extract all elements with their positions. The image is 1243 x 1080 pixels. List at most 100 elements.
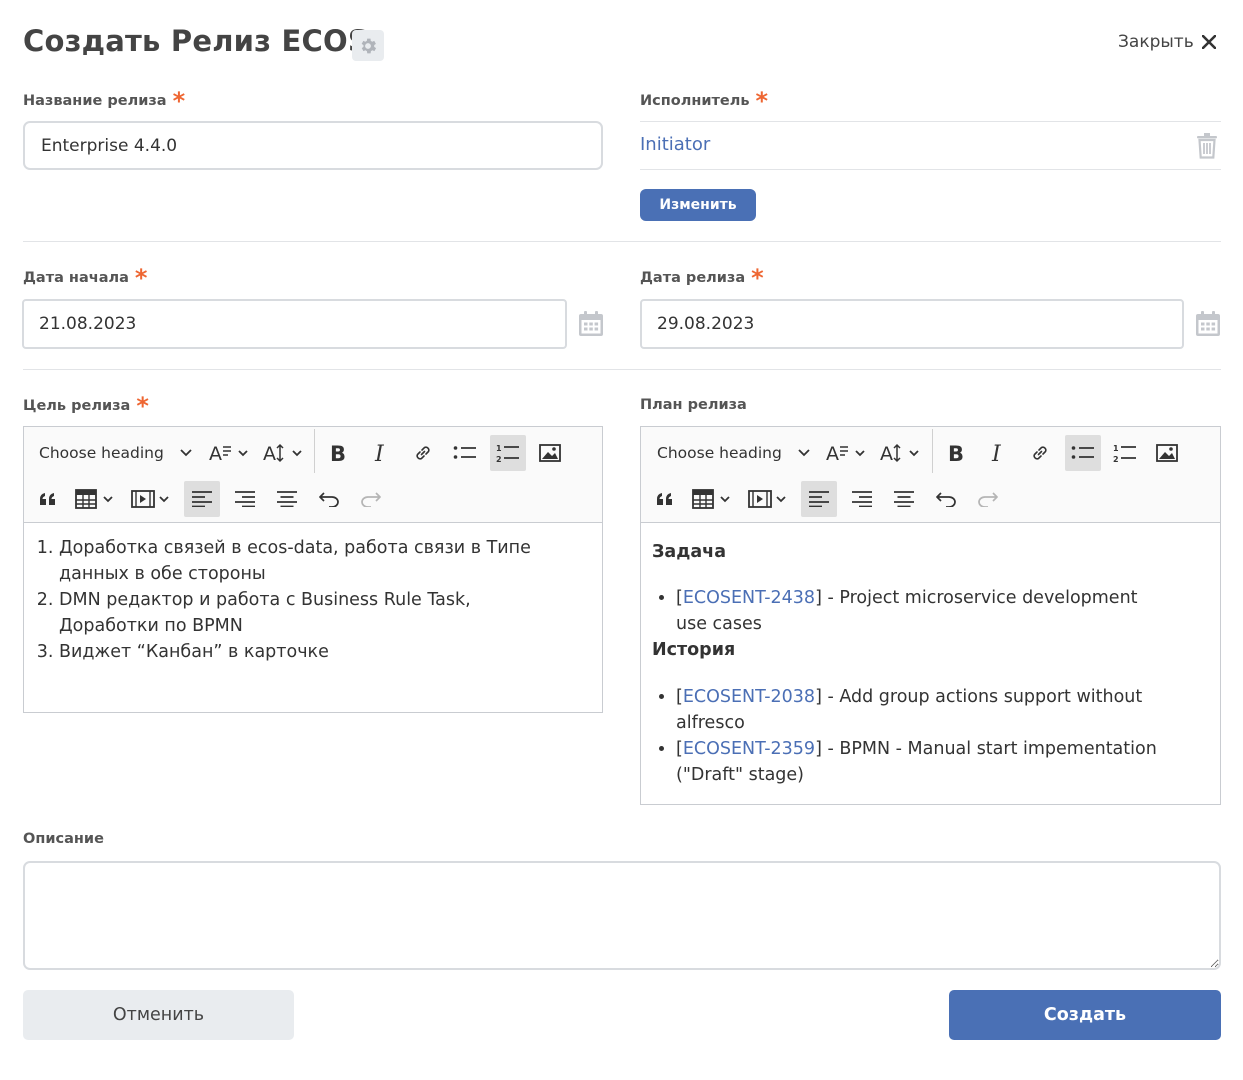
numbered-list-button[interactable]: 12: [490, 435, 526, 471]
align-right-icon: [235, 491, 255, 507]
goal-content[interactable]: Доработка связей в ecos-data, работа свя…: [24, 523, 602, 665]
svg-text:B: B: [948, 442, 964, 464]
svg-text:1: 1: [496, 444, 502, 453]
bulleted-list-button[interactable]: [448, 435, 482, 471]
bulleted-list-button[interactable]: [1065, 435, 1101, 471]
calendar-icon[interactable]: [578, 311, 604, 337]
calendar-icon[interactable]: [1195, 311, 1221, 337]
list-item: [ECOSENT-2038] - Add group actions suppo…: [676, 684, 1160, 736]
insert-image-button[interactable]: [1149, 435, 1185, 471]
undo-button[interactable]: [928, 481, 964, 517]
redo-button[interactable]: [353, 481, 389, 517]
settings-button[interactable]: [352, 30, 384, 61]
release-name-input[interactable]: Enterprise 4.4.0: [23, 121, 603, 170]
numbered-list-button[interactable]: 12: [1107, 435, 1143, 471]
svg-text:2: 2: [496, 455, 502, 464]
start-date-input[interactable]: 21.08.2023: [22, 299, 567, 349]
line-height-dropdown[interactable]: A: [262, 435, 308, 471]
insert-image-button[interactable]: [532, 435, 568, 471]
align-center-button[interactable]: [886, 481, 922, 517]
align-center-button[interactable]: [269, 481, 305, 517]
list-item: Виджет “Канбан” в карточке: [59, 639, 572, 665]
heading-dropdown[interactable]: Choose heading: [39, 435, 199, 471]
cancel-button[interactable]: Отменить: [23, 990, 294, 1040]
bold-icon: B: [948, 442, 964, 464]
svg-text:2: 2: [1113, 455, 1119, 464]
link-button[interactable]: [1023, 435, 1057, 471]
align-right-button[interactable]: [227, 481, 263, 517]
link-button[interactable]: [406, 435, 440, 471]
image-icon: [1156, 444, 1178, 462]
release-date-input[interactable]: 29.08.2023: [640, 299, 1184, 349]
chevron-down-icon: [798, 449, 810, 457]
executor-label: Исполнитель *: [640, 87, 769, 115]
font-size-icon: A: [826, 443, 865, 465]
plan-heading-task: Задача: [652, 542, 727, 562]
table-icon: [75, 489, 113, 509]
line-height-dropdown[interactable]: A: [879, 435, 925, 471]
font-size-dropdown[interactable]: A: [825, 435, 871, 471]
create-button[interactable]: Создать: [949, 990, 1221, 1040]
italic-button[interactable]: I: [981, 435, 1015, 471]
description-textarea[interactable]: [23, 861, 1221, 970]
gear-icon: [361, 38, 377, 53]
image-icon: [539, 444, 561, 462]
plan-heading-story: История: [652, 640, 736, 660]
required-mark: *: [134, 264, 148, 292]
undo-icon: [936, 492, 956, 507]
svg-text:A: A: [880, 443, 893, 465]
italic-button[interactable]: I: [364, 435, 398, 471]
align-right-icon: [852, 491, 872, 507]
align-left-button[interactable]: [184, 481, 220, 517]
heading-dropdown-label: Choose heading: [657, 444, 782, 462]
bold-button[interactable]: B: [939, 435, 973, 471]
plan-editor[interactable]: Choose heading A A B I 1 2 Задача • [ECO…: [640, 426, 1221, 805]
goal-editor[interactable]: Choose heading A A B I 1 2 1. Доработка …: [23, 426, 603, 713]
align-center-icon: [277, 491, 297, 507]
bold-button[interactable]: B: [321, 435, 355, 471]
svg-text:I: I: [991, 442, 1002, 464]
change-executor-button[interactable]: Изменить: [640, 189, 756, 221]
insert-table-dropdown[interactable]: [691, 481, 737, 517]
plan-content[interactable]: Задача [ECOSENT-2438] - Project microser…: [641, 523, 1220, 788]
bulleted-list-icon: [1071, 446, 1094, 459]
line-height-icon: A: [880, 443, 919, 465]
italic-icon: I: [374, 442, 385, 464]
heading-dropdown-label: Choose heading: [39, 444, 164, 462]
insert-media-dropdown[interactable]: [130, 481, 176, 517]
executor-link[interactable]: Initiator: [640, 134, 710, 155]
close-icon: [1201, 35, 1216, 49]
issue-link[interactable]: ECOSENT-2359: [683, 739, 815, 759]
font-size-dropdown[interactable]: A: [208, 435, 254, 471]
italic-icon: I: [991, 442, 1002, 464]
trash-icon[interactable]: [1196, 133, 1218, 159]
undo-button[interactable]: [311, 481, 347, 517]
list-item: DMN редактор и работа с Business Rule Ta…: [59, 587, 572, 639]
heading-dropdown[interactable]: Choose heading: [657, 435, 817, 471]
dialog-title: Создать Релиз ECOS: [23, 24, 369, 58]
start-date-label: Дата начала *: [23, 264, 148, 292]
insert-table-dropdown[interactable]: [74, 481, 120, 517]
list-item: Доработка связей в ecos-data, работа свя…: [59, 535, 572, 587]
blockquote-button[interactable]: [649, 481, 681, 517]
align-left-icon: [809, 491, 829, 507]
editor-toolbar: Choose heading A A B I 1 2: [24, 427, 602, 523]
issue-link[interactable]: ECOSENT-2038: [683, 687, 815, 707]
issue-link[interactable]: ECOSENT-2438: [683, 588, 815, 608]
redo-button[interactable]: [970, 481, 1006, 517]
table-icon: [692, 489, 730, 509]
bold-icon: B: [330, 442, 346, 464]
align-right-button[interactable]: [844, 481, 880, 517]
required-mark: *: [755, 87, 769, 115]
align-left-button[interactable]: [801, 481, 837, 517]
link-icon: [416, 446, 430, 460]
executor-top-divider: [640, 121, 1221, 122]
insert-media-dropdown[interactable]: [747, 481, 793, 517]
description-label: Описание: [23, 831, 104, 847]
chevron-down-icon: [180, 449, 192, 457]
svg-text:A: A: [209, 443, 222, 465]
close-button[interactable]: Закрыть: [1118, 30, 1216, 54]
bulleted-list-icon: [453, 446, 476, 459]
undo-icon: [319, 492, 339, 507]
blockquote-button[interactable]: [32, 481, 64, 517]
